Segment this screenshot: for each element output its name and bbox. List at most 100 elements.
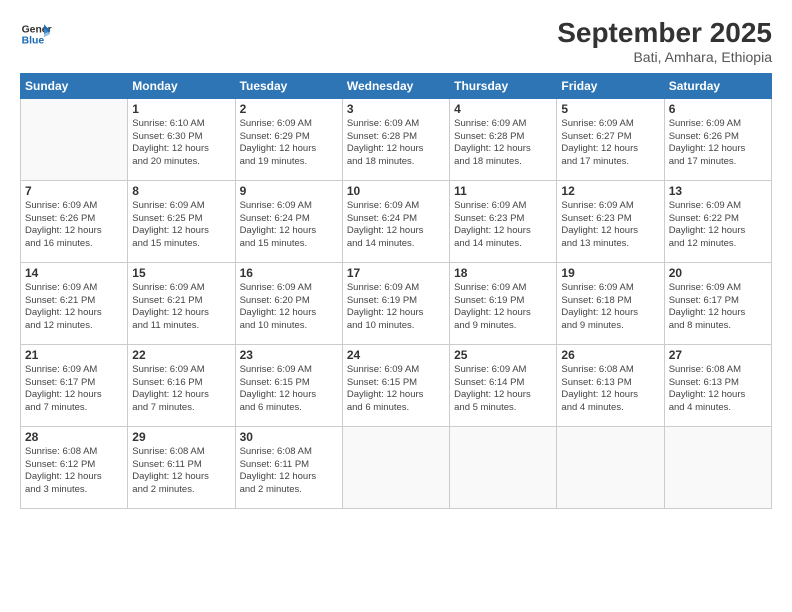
table-row: 17 Sunrise: 6:09 AM Sunset: 6:19 PM Dayli…: [342, 262, 449, 344]
day-number: 8: [132, 184, 230, 198]
day-number: 6: [669, 102, 767, 116]
table-row: 19 Sunrise: 6:09 AM Sunset: 6:18 PM Dayli…: [557, 262, 664, 344]
day-detail: Sunrise: 6:08 AM Sunset: 6:12 PM Dayligh…: [25, 446, 123, 497]
header: General Blue September 2025 Bati, Amhara…: [20, 18, 772, 65]
table-row: 3 Sunrise: 6:09 AM Sunset: 6:28 PM Daylig…: [342, 98, 449, 180]
table-row: 23 Sunrise: 6:09 AM Sunset: 6:15 PM Dayli…: [235, 344, 342, 426]
day-number: 22: [132, 348, 230, 362]
table-row: 5 Sunrise: 6:09 AM Sunset: 6:27 PM Daylig…: [557, 98, 664, 180]
day-detail: Sunrise: 6:08 AM Sunset: 6:13 PM Dayligh…: [561, 364, 659, 415]
calendar-week-row: 14 Sunrise: 6:09 AM Sunset: 6:21 PM Dayli…: [21, 262, 772, 344]
day-detail: Sunrise: 6:09 AM Sunset: 6:27 PM Dayligh…: [561, 118, 659, 169]
day-detail: Sunrise: 6:10 AM Sunset: 6:30 PM Dayligh…: [132, 118, 230, 169]
table-row: 18 Sunrise: 6:09 AM Sunset: 6:19 PM Dayli…: [450, 262, 557, 344]
table-row: 29 Sunrise: 6:08 AM Sunset: 6:11 PM Dayli…: [128, 426, 235, 508]
table-row: 10Sunrise: 6:09 AM Sunset: 6:24 PM Dayli…: [342, 180, 449, 262]
table-row: 21 Sunrise: 6:09 AM Sunset: 6:17 PM Dayli…: [21, 344, 128, 426]
table-row: 4 Sunrise: 6:09 AM Sunset: 6:28 PM Daylig…: [450, 98, 557, 180]
day-number: 26: [561, 348, 659, 362]
table-row: 27 Sunrise: 6:08 AM Sunset: 6:13 PM Dayli…: [664, 344, 771, 426]
col-thursday: Thursday: [450, 73, 557, 98]
col-monday: Monday: [128, 73, 235, 98]
day-number: 14: [25, 266, 123, 280]
table-row: [342, 426, 449, 508]
col-wednesday: Wednesday: [342, 73, 449, 98]
calendar-week-row: 21 Sunrise: 6:09 AM Sunset: 6:17 PM Dayli…: [21, 344, 772, 426]
day-number: 25: [454, 348, 552, 362]
col-saturday: Saturday: [664, 73, 771, 98]
day-detail: Sunrise: 6:09 AM Sunset: 6:22 PM Dayligh…: [669, 200, 767, 251]
logo: General Blue: [20, 18, 52, 50]
day-number: 30: [240, 430, 338, 444]
table-row: [450, 426, 557, 508]
day-detail: Sunrise: 6:09 AM Sunset: 6:15 PM Dayligh…: [240, 364, 338, 415]
day-number: 24: [347, 348, 445, 362]
calendar-week-row: 1Sunrise: 6:10 AM Sunset: 6:30 PM Daylig…: [21, 98, 772, 180]
day-detail: Sunrise: 6:09 AM Sunset: 6:28 PM Dayligh…: [347, 118, 445, 169]
table-row: [557, 426, 664, 508]
day-number: 7: [25, 184, 123, 198]
col-friday: Friday: [557, 73, 664, 98]
day-detail: Sunrise: 6:09 AM Sunset: 6:21 PM Dayligh…: [132, 282, 230, 333]
day-detail: Sunrise: 6:09 AM Sunset: 6:19 PM Dayligh…: [454, 282, 552, 333]
page: General Blue September 2025 Bati, Amhara…: [0, 0, 792, 612]
day-detail: Sunrise: 6:09 AM Sunset: 6:26 PM Dayligh…: [25, 200, 123, 251]
day-detail: Sunrise: 6:09 AM Sunset: 6:28 PM Dayligh…: [454, 118, 552, 169]
table-row: 14 Sunrise: 6:09 AM Sunset: 6:21 PM Dayli…: [21, 262, 128, 344]
calendar-week-row: 7 Sunrise: 6:09 AM Sunset: 6:26 PM Daylig…: [21, 180, 772, 262]
day-number: 29: [132, 430, 230, 444]
month-title: September 2025: [557, 18, 772, 49]
day-number: 20: [669, 266, 767, 280]
col-tuesday: Tuesday: [235, 73, 342, 98]
day-detail: Sunrise: 6:09 AM Sunset: 6:20 PM Dayligh…: [240, 282, 338, 333]
day-number: 27: [669, 348, 767, 362]
table-row: 24 Sunrise: 6:09 AM Sunset: 6:15 PM Dayli…: [342, 344, 449, 426]
day-detail: Sunrise: 6:09 AM Sunset: 6:17 PM Dayligh…: [669, 282, 767, 333]
day-number: 17: [347, 266, 445, 280]
svg-text:Blue: Blue: [22, 36, 45, 47]
day-detail: Sunrise: 6:09 AM Sunset: 6:25 PM Dayligh…: [132, 200, 230, 251]
day-detail: Sunrise: 6:09 AM Sunset: 6:29 PM Dayligh…: [240, 118, 338, 169]
day-detail: Sunrise: 6:09 AM Sunset: 6:23 PM Dayligh…: [454, 200, 552, 251]
day-detail: Sunrise: 6:09 AM Sunset: 6:23 PM Dayligh…: [561, 200, 659, 251]
day-number: 4: [454, 102, 552, 116]
day-detail: Sunrise: 6:08 AM Sunset: 6:11 PM Dayligh…: [132, 446, 230, 497]
day-detail: Sunrise: 6:08 AM Sunset: 6:13 PM Dayligh…: [669, 364, 767, 415]
calendar-week-row: 28 Sunrise: 6:08 AM Sunset: 6:12 PM Dayli…: [21, 426, 772, 508]
day-detail: Sunrise: 6:08 AM Sunset: 6:11 PM Dayligh…: [240, 446, 338, 497]
table-row: 9Sunrise: 6:09 AM Sunset: 6:24 PM Daylig…: [235, 180, 342, 262]
day-number: 19: [561, 266, 659, 280]
day-detail: Sunrise: 6:09 AM Sunset: 6:16 PM Dayligh…: [132, 364, 230, 415]
table-row: 20 Sunrise: 6:09 AM Sunset: 6:17 PM Dayli…: [664, 262, 771, 344]
table-row: 16 Sunrise: 6:09 AM Sunset: 6:20 PM Dayli…: [235, 262, 342, 344]
table-row: [21, 98, 128, 180]
table-row: 8 Sunrise: 6:09 AM Sunset: 6:25 PM Daylig…: [128, 180, 235, 262]
day-number: 16: [240, 266, 338, 280]
table-row: 2 Sunrise: 6:09 AM Sunset: 6:29 PM Daylig…: [235, 98, 342, 180]
day-number: 5: [561, 102, 659, 116]
table-row: 25Sunrise: 6:09 AM Sunset: 6:14 PM Dayli…: [450, 344, 557, 426]
day-detail: Sunrise: 6:09 AM Sunset: 6:26 PM Dayligh…: [669, 118, 767, 169]
table-row: 28 Sunrise: 6:08 AM Sunset: 6:12 PM Dayli…: [21, 426, 128, 508]
table-row: 15Sunrise: 6:09 AM Sunset: 6:21 PM Dayli…: [128, 262, 235, 344]
day-number: 28: [25, 430, 123, 444]
day-number: 3: [347, 102, 445, 116]
calendar-header-row: Sunday Monday Tuesday Wednesday Thursday…: [21, 73, 772, 98]
calendar: Sunday Monday Tuesday Wednesday Thursday…: [20, 73, 772, 509]
day-number: 18: [454, 266, 552, 280]
day-detail: Sunrise: 6:09 AM Sunset: 6:18 PM Dayligh…: [561, 282, 659, 333]
day-detail: Sunrise: 6:09 AM Sunset: 6:24 PM Dayligh…: [347, 200, 445, 251]
title-block: September 2025 Bati, Amhara, Ethiopia: [557, 18, 772, 65]
day-detail: Sunrise: 6:09 AM Sunset: 6:17 PM Dayligh…: [25, 364, 123, 415]
day-number: 2: [240, 102, 338, 116]
day-number: 23: [240, 348, 338, 362]
day-detail: Sunrise: 6:09 AM Sunset: 6:15 PM Dayligh…: [347, 364, 445, 415]
col-sunday: Sunday: [21, 73, 128, 98]
table-row: 1Sunrise: 6:10 AM Sunset: 6:30 PM Daylig…: [128, 98, 235, 180]
day-number: 21: [25, 348, 123, 362]
day-detail: Sunrise: 6:09 AM Sunset: 6:21 PM Dayligh…: [25, 282, 123, 333]
day-detail: Sunrise: 6:09 AM Sunset: 6:24 PM Dayligh…: [240, 200, 338, 251]
day-detail: Sunrise: 6:09 AM Sunset: 6:19 PM Dayligh…: [347, 282, 445, 333]
day-number: 12: [561, 184, 659, 198]
table-row: 22 Sunrise: 6:09 AM Sunset: 6:16 PM Dayli…: [128, 344, 235, 426]
